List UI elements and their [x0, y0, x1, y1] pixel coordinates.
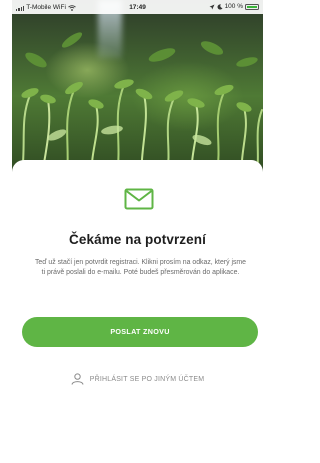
confirmation-description: Teď už stačí jen potvrdit registraci. Kl… — [34, 259, 247, 276]
battery-icon — [245, 3, 259, 10]
battery-percentage: 100 % — [224, 3, 243, 10]
location-icon — [209, 4, 215, 9]
mail-icon — [124, 188, 154, 210]
confirmation-card: Čekáme na potvrzení Teď už stačí jen pot… — [12, 160, 263, 463]
login-other-account-label: PŘIHLÁSIT SE PO JINÝM ÚČTEM — [89, 375, 205, 383]
moon-icon — [217, 3, 223, 10]
app-screen: T-Mobile WiFi 17:49 100 % Čekáme na potv… — [0, 0, 263, 463]
resend-button[interactable]: POSLAT ZNOVU — [22, 317, 258, 347]
status-bar-right: 100 % — [209, 3, 259, 10]
login-other-account-link[interactable]: PŘIHLÁSIT SE PO JINÝM ÚČTEM — [12, 373, 263, 385]
hero-image — [12, 0, 263, 175]
page-title: Čekáme na potvrzení — [69, 232, 206, 247]
user-icon — [71, 373, 84, 385]
sprouts-photo — [21, 32, 263, 175]
status-bar: T-Mobile WiFi 17:49 100 % — [12, 0, 263, 14]
